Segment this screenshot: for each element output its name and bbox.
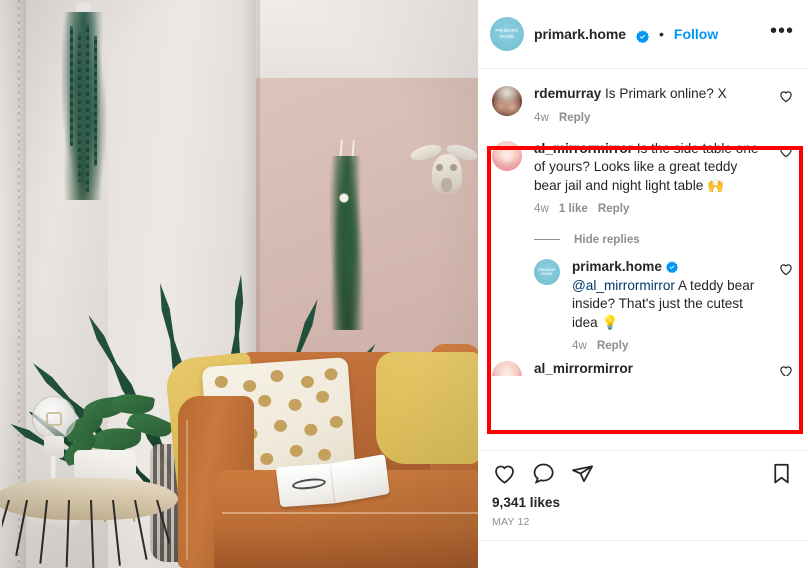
reply-meta: 4w Reply (572, 339, 766, 352)
replier-avatar[interactable]: PRIMARK HOME (534, 259, 560, 285)
heart-outline-icon[interactable] (778, 88, 794, 124)
comment-body: Is Primark online? X (605, 86, 727, 101)
heart-outline-icon[interactable] (778, 261, 794, 352)
comments-list[interactable]: rdemurray Is Primark online? X 4w Reply (478, 69, 808, 450)
avatar-label-line2: HOME (499, 33, 515, 39)
commenter-avatar[interactable] (492, 86, 522, 116)
heart-outline-icon[interactable] (778, 363, 794, 376)
comment-item: al_mirrormirror Is the side table one of… (478, 130, 808, 222)
avatar-label-line1: PRIMARK (495, 28, 519, 34)
comment-timestamp: 4w (534, 110, 549, 124)
avatar-label-line2: HOME (541, 272, 553, 276)
heart-outline-icon[interactable] (778, 143, 794, 216)
comment-reply-button[interactable]: Reply (559, 111, 591, 124)
heart-outline-icon[interactable] (492, 461, 517, 491)
post-photo[interactable] (0, 0, 478, 568)
bookmark-outline-icon[interactable] (769, 461, 794, 491)
post-details-panel: PRIMARK HOME primark.home • Follow ••• r (478, 0, 808, 568)
replier-username[interactable]: primark.home (572, 259, 662, 274)
reply-timestamp: 4w (572, 339, 587, 352)
comment-item: al_mirrormirror (478, 358, 808, 376)
verified-badge-icon (665, 260, 679, 274)
instagram-post-screenshot: PRIMARK HOME primark.home • Follow ••• r (0, 0, 808, 568)
panel-bottom-divider (478, 540, 808, 568)
post-date: MAY 12 (492, 516, 530, 528)
post-username[interactable]: primark.home (534, 26, 626, 42)
side-table-wire-base (2, 500, 170, 568)
avatar[interactable]: PRIMARK HOME (490, 17, 524, 51)
hanging-string-of-pearls-plant (62, 2, 106, 200)
post-header: PRIMARK HOME primark.home • Follow ••• (478, 0, 808, 69)
throw-blanket-right (376, 352, 478, 464)
follow-button[interactable]: Follow (674, 26, 718, 42)
header-separator: • (659, 26, 664, 42)
commenter-username[interactable]: al_mirrormirror (534, 361, 633, 376)
comment-text-wrapper: al_mirrormirror (534, 360, 766, 376)
paper-plane-icon[interactable] (570, 461, 595, 491)
hide-replies-line (534, 239, 560, 240)
comment-meta: 4w Reply (534, 111, 766, 124)
commenter-username[interactable]: al_mirrormirror (534, 141, 633, 156)
comment-meta: 4w 1 like Reply (534, 202, 766, 215)
verified-badge-icon (636, 29, 649, 43)
likes-count[interactable]: 9,341 likes (492, 495, 794, 510)
comment-timestamp: 4w (534, 202, 549, 215)
hide-replies-toggle[interactable]: Hide replies (478, 221, 808, 252)
comment-reply-item: PRIMARK HOME primark.home @al_mirrormirr… (478, 252, 808, 358)
reply-text-wrapper: primark.home @al_mirrormirror A teddy be… (572, 258, 766, 332)
comment-text-wrapper: al_mirrormirror Is the side table one of… (534, 140, 766, 196)
commenter-avatar[interactable] (492, 361, 522, 376)
comment-text-wrapper: rdemurray Is Primark online? X (534, 85, 766, 104)
speech-bubble-icon[interactable] (531, 461, 556, 491)
more-options-icon[interactable]: ••• (770, 21, 794, 42)
comment-like-count[interactable]: 1 like (559, 202, 588, 215)
comment-item: rdemurray Is Primark online? X 4w Reply (478, 79, 808, 130)
comment-reply-button[interactable]: Reply (598, 202, 630, 215)
hide-replies-label: Hide replies (574, 233, 640, 246)
commenter-avatar[interactable] (492, 140, 522, 171)
reply-reply-button[interactable]: Reply (597, 339, 629, 352)
commenter-username[interactable]: rdemurray (534, 86, 601, 101)
ceiling-wall (256, 0, 478, 80)
action-icon-row (492, 459, 794, 493)
post-actions: 9,341 likes MAY 12 (478, 450, 808, 540)
bull-skull-wall-decor (408, 140, 478, 202)
reply-mention[interactable]: @al_mirrormirror (572, 278, 675, 293)
